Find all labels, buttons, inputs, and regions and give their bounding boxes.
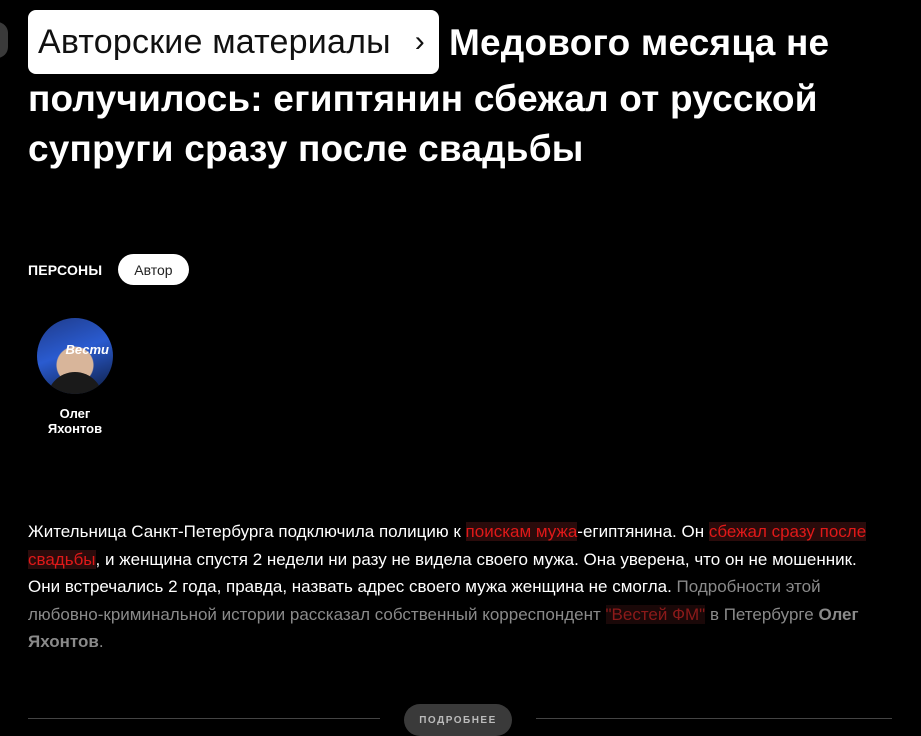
breadcrumb-label: Авторские материалы: [38, 23, 391, 61]
author-last-name: Яхонтов: [47, 421, 103, 436]
tags-label: ПЕРСОНЫ: [28, 261, 103, 278]
chevron-right-icon: ›: [414, 25, 425, 58]
lead-text-5: в Петербурге: [705, 604, 819, 624]
author-name[interactable]: Олег Яхонтов: [30, 406, 120, 436]
article-lead: Жительница Санкт-Петербурга подключила п…: [28, 518, 888, 656]
side-nav-button[interactable]: [0, 22, 8, 58]
breadcrumb-button[interactable]: Авторские материалы ›: [28, 10, 439, 74]
tags-row: ПЕРСОНЫ Автор: [28, 254, 189, 285]
divider-right: [536, 718, 892, 719]
avatar-logo: Вести: [65, 342, 109, 357]
avatar-shirt: [47, 372, 103, 394]
tag-author-pill[interactable]: Автор: [118, 254, 189, 285]
author-card[interactable]: Вести Олег Яхонтов: [30, 318, 120, 436]
avatar[interactable]: Вести: [37, 318, 113, 394]
divider-left: [28, 718, 380, 719]
read-more-button[interactable]: ПОДРОБНЕЕ: [404, 704, 512, 736]
read-more-row: ПОДРОБНЕЕ: [28, 704, 892, 736]
lead-text-2: -египтянина. Он: [577, 522, 709, 541]
link-vesti-fm[interactable]: "Вестей ФМ": [605, 604, 706, 624]
link-search-husband[interactable]: поискам мужа: [465, 522, 578, 541]
author-first-name: Олег: [59, 406, 91, 421]
lead-text-1: Жительница Санкт-Петербурга подключила п…: [28, 522, 466, 541]
lead-text-7: .: [98, 632, 104, 651]
article-headline: Авторские материалы › Медового месяца не…: [28, 10, 888, 174]
